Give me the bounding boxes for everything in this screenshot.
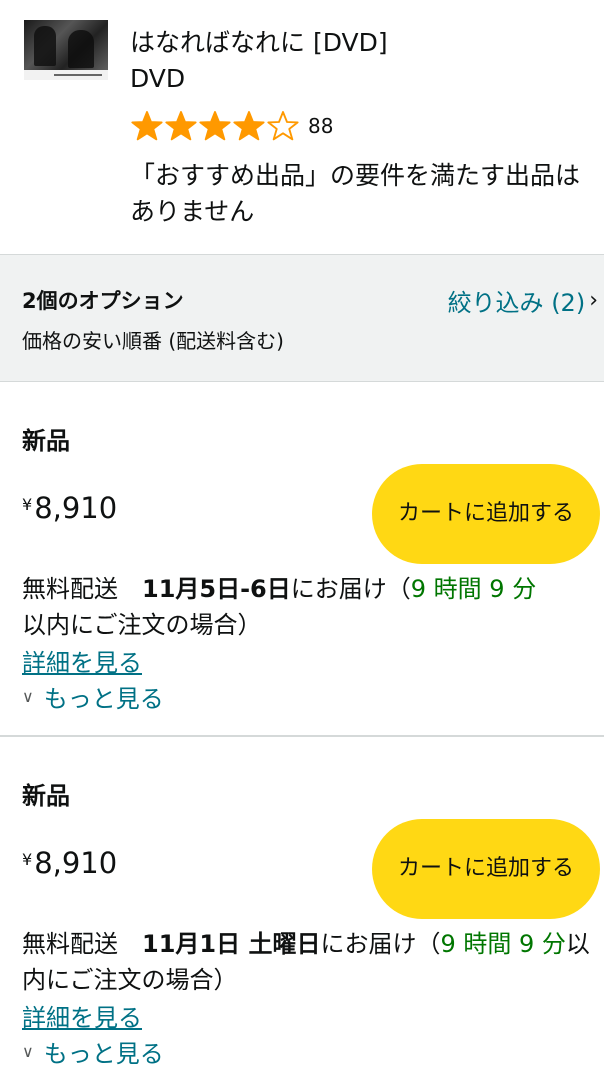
product-summary: はなればなれに [DVD] DVD 88 「おすすめ出品」の要件を満たす出品はあ… — [0, 0, 604, 254]
review-count: 88 — [308, 114, 334, 138]
offer-condition: 新品 — [22, 782, 70, 810]
see-more-label: もっと見る — [43, 685, 164, 713]
delivery-prefix: 無料配送 — [22, 575, 142, 603]
options-count: 2個のオプション — [22, 289, 184, 313]
see-more-toggle[interactable]: ∨ もっと見る — [22, 679, 164, 714]
product-title[interactable]: はなればなれに [DVD] — [130, 26, 388, 60]
chevron-down-icon: ∨ — [22, 687, 34, 706]
see-more-toggle[interactable]: ∨ もっと見る — [22, 1034, 164, 1069]
product-thumbnail[interactable] — [24, 20, 108, 80]
delivery-prefix: 無料配送 — [22, 930, 142, 958]
offer-card: 新品 ¥ 8,910 カートに追加する 無料配送 11月5日-6日にお届け（9 … — [0, 383, 604, 735]
filter-button[interactable]: 絞り込み (2) › — [448, 283, 598, 318]
product-rating[interactable]: 88 — [130, 108, 333, 144]
offer-card: 新品 ¥ 8,910 カートに追加する 無料配送 11月1日 土曜日にお届け（9… — [0, 738, 604, 1080]
star-empty-icon — [267, 111, 299, 141]
star-filled-icon — [131, 111, 163, 141]
currency-symbol: ¥ — [22, 495, 33, 514]
delivery-countdown: 9 時間 9 分 — [440, 930, 566, 958]
star-filled-icon — [233, 111, 265, 141]
delivery-mid: にお届け（ — [320, 930, 441, 958]
chevron-down-icon: ∨ — [22, 1042, 34, 1061]
delivery-date: 11月5日-6日 — [142, 575, 291, 603]
rating-stars — [130, 110, 300, 142]
featured-offer-notice: 「おすすめ出品」の要件を満たす出品はありません — [130, 161, 581, 226]
details-link[interactable]: 詳細を見る — [22, 643, 142, 678]
star-filled-icon — [165, 111, 197, 141]
delivery-suffix: 以内にご注文の場合） — [22, 611, 262, 639]
options-bar: 2個のオプション 価格の安い順番 (配送料含む) 絞り込み (2) › — [0, 254, 604, 382]
offer-price: ¥ 8,910 — [22, 491, 117, 525]
delivery-mid: にお届け（ — [290, 575, 411, 603]
add-to-cart-button[interactable]: カートに追加する — [372, 819, 600, 919]
filter-label: 絞り込み (2) — [447, 289, 586, 317]
offer-price: ¥ 8,910 — [22, 846, 117, 880]
add-to-cart-button[interactable]: カートに追加する — [372, 464, 600, 564]
chevron-right-icon: › — [589, 288, 598, 313]
delivery-info: 無料配送 11月5日-6日にお届け（9 時間 9 分以内にご注文の場合） — [22, 571, 602, 643]
delivery-date: 11月1日 土曜日 — [142, 930, 321, 958]
details-link[interactable]: 詳細を見る — [22, 998, 142, 1033]
see-more-label: もっと見る — [43, 1040, 164, 1068]
sort-order-label: 価格の安い順番 (配送料含む) — [22, 329, 284, 353]
price-value: 8,910 — [34, 491, 118, 525]
currency-symbol: ¥ — [22, 850, 33, 869]
delivery-info: 無料配送 11月1日 土曜日にお届け（9 時間 9 分以内にご注文の場合） — [22, 926, 602, 998]
offer-condition: 新品 — [22, 427, 70, 455]
star-filled-icon — [199, 111, 231, 141]
delivery-countdown: 9 時間 9 分 — [410, 575, 537, 603]
offer-divider — [0, 735, 604, 737]
product-format: DVD — [130, 64, 186, 93]
price-value: 8,910 — [34, 846, 118, 880]
